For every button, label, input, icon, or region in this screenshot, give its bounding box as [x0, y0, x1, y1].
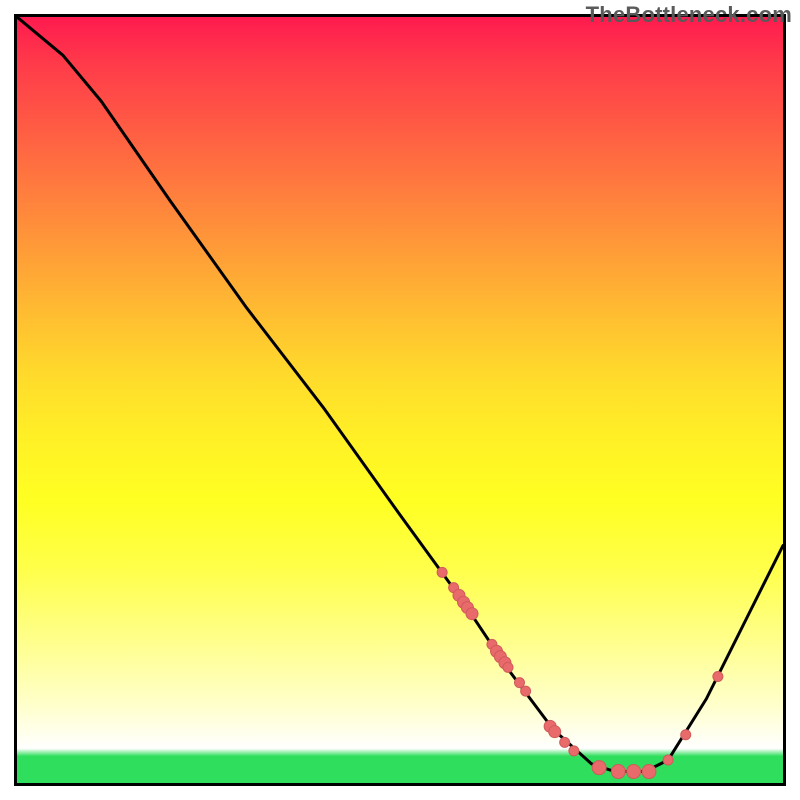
data-point: [466, 608, 478, 620]
curve-line: [17, 17, 783, 772]
data-point: [515, 678, 525, 688]
watermark-label: TheBottleneck.com: [586, 2, 792, 28]
plot-area: [14, 14, 786, 786]
chart-container: TheBottleneck.com: [0, 0, 800, 800]
data-point: [592, 761, 606, 775]
chart-svg: [17, 17, 783, 783]
data-point: [437, 567, 447, 577]
data-points: [437, 567, 723, 778]
data-point: [642, 765, 656, 779]
data-point: [713, 672, 723, 682]
data-point: [569, 746, 579, 756]
data-point: [663, 755, 673, 765]
data-point: [611, 765, 625, 779]
data-point: [549, 726, 561, 738]
data-point: [627, 765, 641, 779]
data-point: [521, 686, 531, 696]
data-point: [681, 730, 691, 740]
data-point: [503, 662, 513, 672]
data-point: [560, 737, 570, 747]
